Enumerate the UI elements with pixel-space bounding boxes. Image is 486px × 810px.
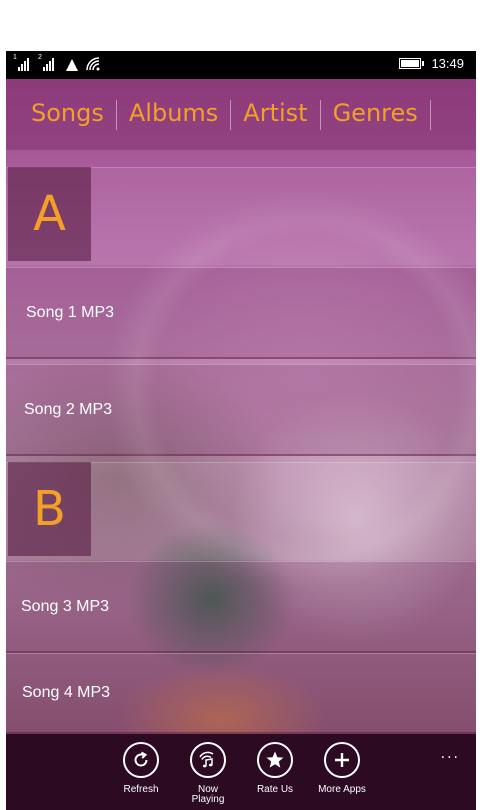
music-note-icon [199,751,214,768]
tab-genres[interactable]: Genres [321,99,431,130]
sim2-label: 2 [38,54,42,61]
rate-us-button[interactable]: Rate Us [240,742,310,795]
now-playing-button[interactable]: Now Playing [173,742,243,805]
more-options-icon[interactable]: ... [441,746,460,762]
more-apps-button[interactable]: More Apps [307,742,377,795]
status-icons-right: 13:49 [399,56,464,71]
pivot-tabs: Songs Albums Artist Genres [6,79,476,151]
signal-sim2-icon: 2 [38,54,54,71]
group-header-a[interactable]: A [8,167,91,261]
now-playing-label: Now Playing [191,784,225,805]
more-apps-label: More Apps [318,784,366,795]
phone-screen: 1 2 13:49 Songs Albums Artist Genres A S… [6,51,476,810]
group-letter: B [33,481,66,537]
wifi-icon [86,57,100,71]
tab-albums[interactable]: Albums [117,99,232,130]
star-icon [266,751,284,768]
refresh-label: Refresh [123,784,159,795]
status-bar: 1 2 13:49 [6,51,476,79]
signal-sim1-icon: 1 [13,54,29,71]
group-header-b[interactable]: B [8,462,91,556]
status-time: 13:49 [431,56,464,71]
app-bar: Refresh Now Playing Rate Us More Apps ..… [6,734,476,810]
refresh-button[interactable]: Refresh [106,742,176,795]
rate-us-label: Rate Us [256,784,294,795]
song-list-view[interactable]: Songs Albums Artist Genres A Song 1 MP3 … [6,79,476,734]
song-row[interactable]: Song 4 MP3 [6,653,476,734]
battery-icon [399,58,425,69]
song-row[interactable]: Song 2 MP3 [6,364,476,456]
plus-icon [335,753,349,767]
status-icons-left: 1 2 [13,54,100,71]
song-title: Song 3 MP3 [21,597,110,615]
song-row[interactable]: Song 3 MP3 [6,561,476,653]
sim1-label: 1 [13,54,17,61]
song-title: Song 4 MP3 [22,684,111,701]
group-letter: A [33,186,66,242]
refresh-icon [134,751,148,767]
data-connection-icon [66,59,78,71]
song-title: Song 2 MP3 [24,400,113,418]
tab-songs[interactable]: Songs [6,99,117,130]
song-title: Song 1 MP3 [26,303,115,321]
song-row[interactable]: Song 1 MP3 [6,267,476,359]
tab-artist[interactable]: Artist [231,99,321,130]
